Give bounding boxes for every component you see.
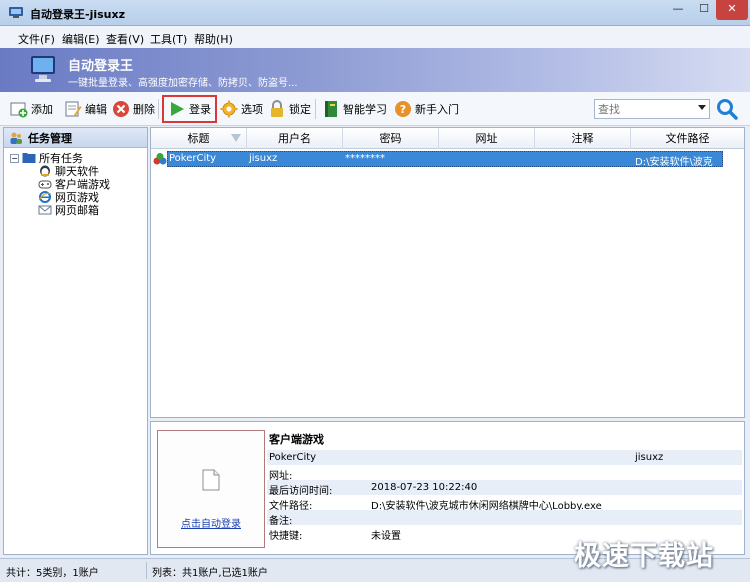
pokercity-icon: [153, 153, 167, 165]
lock-icon: [271, 100, 283, 117]
detail-hotkey-value: 未设置: [371, 531, 401, 542]
detail-row-title: PokerCity jisuxz: [267, 450, 742, 465]
smart-learn-label: 智能学习: [343, 103, 387, 116]
column-header-username[interactable]: 用户名: [247, 128, 343, 149]
chevron-down-icon[interactable]: [698, 105, 706, 110]
book-icon: [325, 101, 337, 117]
delete-icon: [113, 101, 129, 117]
detail-row-url: 网址:: [267, 465, 742, 482]
play-icon: [171, 102, 184, 116]
computer-logo-icon: [31, 56, 55, 82]
maximize-button[interactable]: ☐: [690, 0, 718, 20]
detail-row-path: 文件路径: D:\安装软件\波克城市休闲网络棋牌中心\Lobby.exe: [267, 495, 742, 512]
collapse-icon[interactable]: −: [10, 153, 19, 163]
add-icon: [10, 102, 28, 118]
gear-icon: [220, 100, 238, 118]
search-combo[interactable]: [594, 99, 710, 119]
lock-button[interactable]: 锁定: [268, 98, 311, 120]
cell-password: ********: [345, 153, 385, 164]
tree-item-label: 网页邮箱: [55, 204, 99, 217]
menu-tools[interactable]: 工具(T): [150, 31, 187, 47]
login-button[interactable]: 登录: [162, 95, 217, 123]
menu-bar: 文件(F) 编辑(E) 查看(V) 工具(T) 帮助(H): [0, 26, 750, 48]
tree-item-web-mail[interactable]: 网页邮箱: [38, 202, 99, 218]
column-header-password[interactable]: 密码: [343, 128, 439, 149]
app-icon: [9, 7, 23, 18]
svg-text:?: ?: [400, 103, 406, 116]
status-separator: [146, 562, 147, 579]
help-icon: ?: [395, 101, 411, 117]
edit-label: 编辑: [85, 103, 107, 116]
column-header-url[interactable]: 网址: [439, 128, 535, 149]
banner-subtitle: 一键批量登录、高强度加密存储、防拷贝、防盗号...: [68, 78, 298, 89]
detail-category: 客户端游戏: [269, 433, 324, 446]
delete-button[interactable]: 删除: [112, 98, 155, 120]
mail-icon: [38, 205, 52, 215]
status-right: 列表：共1账户,已选1账户: [152, 568, 268, 579]
column-header-title[interactable]: 标题: [151, 128, 247, 149]
column-header-path[interactable]: 文件路径: [631, 128, 744, 149]
cell-username: jisuxz: [249, 153, 278, 164]
table-row[interactable]: PokerCity jisuxz ******** D:\安装软件\波克: [153, 151, 723, 168]
title-bar: 自动登录王-jisuxz — ☐ ✕: [0, 0, 750, 26]
toolbar-separator: [315, 99, 316, 119]
add-label: 添加: [31, 103, 53, 116]
detail-hotkey-label: 快捷键:: [269, 531, 303, 542]
toolbar: 添加 编辑 删除 登录 选项 锁定 智能学习 ? 新手入门 查找: [0, 92, 750, 126]
options-label: 选项: [241, 103, 263, 116]
sort-arrow-icon: [231, 134, 241, 142]
app-banner: 自动登录王 一键批量登录、高强度加密存储、防拷贝、防盗号...: [0, 48, 750, 92]
login-label: 登录: [189, 103, 211, 116]
detail-title-value: PokerCity: [269, 452, 317, 463]
menu-view[interactable]: 查看(V): [106, 31, 144, 47]
users-icon: [10, 132, 22, 144]
window-title: 自动登录王-jisuxz: [30, 8, 125, 21]
menu-edit[interactable]: 编辑(E): [62, 31, 100, 47]
watermark: 极速下载站: [574, 541, 714, 572]
file-icon: [202, 469, 220, 491]
menu-help[interactable]: 帮助(H): [194, 31, 233, 47]
folder-icon: [22, 153, 36, 163]
status-left: 共计：5类别，1账户: [6, 568, 99, 579]
smart-learn-button[interactable]: 智能学习: [322, 98, 387, 120]
detail-username-value: jisuxz: [635, 452, 664, 463]
cell-path: D:\安装软件\波克: [635, 157, 713, 168]
toolbar-separator: [158, 99, 159, 119]
detail-row-last-visit: 最后访问时间: 2018-07-23 10:22:40: [267, 480, 742, 497]
list-header: 标题 用户名 密码 网址 注释 文件路径: [151, 128, 744, 149]
beginner-button[interactable]: ? 新手入门: [394, 98, 459, 120]
task-tree-panel: 任务管理 − 所有任务 聊天软件 客户端游戏 网页游戏 网页邮箱: [3, 127, 148, 555]
minimize-button[interactable]: —: [664, 0, 692, 20]
close-button[interactable]: ✕: [716, 0, 748, 20]
add-button[interactable]: 添加: [10, 98, 53, 120]
detail-row-note: 备注:: [267, 510, 742, 527]
column-header-note[interactable]: 注释: [535, 128, 631, 149]
search-input[interactable]: [595, 100, 691, 118]
beginner-label: 新手入门: [415, 103, 459, 116]
cell-title: PokerCity: [169, 153, 217, 164]
options-button[interactable]: 选项: [220, 98, 263, 120]
lock-label: 锁定: [289, 103, 311, 116]
account-list: 标题 用户名 密码 网址 注释 文件路径 PokerCity jisuxz **…: [150, 127, 745, 418]
auto-login-link[interactable]: 点击自动登录: [158, 515, 264, 530]
detail-last-visit-value: 2018-07-23 10:22:40: [371, 482, 478, 493]
menu-file[interactable]: 文件(F): [18, 31, 55, 47]
preview-box[interactable]: 点击自动登录: [157, 430, 265, 548]
edit-icon: [65, 101, 82, 117]
task-tree-title: 任务管理: [28, 131, 72, 145]
edit-button[interactable]: 编辑: [64, 98, 107, 120]
banner-title: 自动登录王: [68, 59, 134, 74]
delete-label: 删除: [133, 103, 155, 116]
task-tree-header: 任务管理: [4, 128, 147, 148]
search-icon[interactable]: [716, 98, 738, 120]
